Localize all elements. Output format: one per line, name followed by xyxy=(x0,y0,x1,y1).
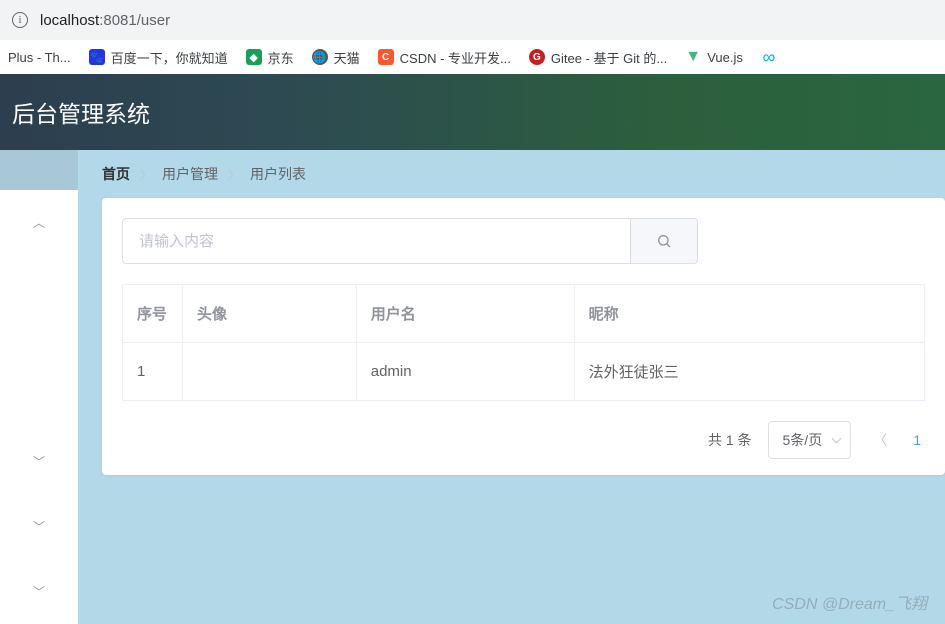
bookmark-jd[interactable]: ◆京东 xyxy=(246,48,294,67)
table-header-row: 序号 头像 用户名 昵称 xyxy=(123,285,925,343)
url-text: localhost:8081/user xyxy=(40,12,170,29)
baidu-icon: 🐾 xyxy=(89,49,105,65)
bookmark-tmall[interactable]: 🌐天猫 xyxy=(312,48,360,67)
search-row xyxy=(122,218,925,264)
chevron-right-icon: 〉 xyxy=(228,166,240,183)
vue-icon: ▼ xyxy=(685,49,701,65)
search-button[interactable] xyxy=(630,218,698,264)
breadcrumb-last[interactable]: 用户列表 xyxy=(250,164,306,184)
search-input[interactable] xyxy=(122,218,630,264)
tmall-icon: 🌐 xyxy=(312,49,328,65)
pagination: 共 1 条 5条/页 〈 1 xyxy=(122,421,925,459)
chevron-up-icon: ︿ xyxy=(33,214,45,231)
sidebar-item-3[interactable]: ﹀ xyxy=(0,494,78,559)
th-username: 用户名 xyxy=(356,285,574,343)
jd-icon: ◆ xyxy=(246,49,262,65)
chevron-down-icon: ﹀ xyxy=(33,518,45,535)
search-icon xyxy=(656,233,672,249)
pager-total: 共 1 条 xyxy=(708,430,752,450)
url-bar[interactable]: i localhost:8081/user xyxy=(0,0,945,40)
bookmark-more[interactable]: ∞ xyxy=(761,49,777,65)
pager-pagesize-select[interactable]: 5条/页 xyxy=(768,421,852,459)
cell-index: 1 xyxy=(123,343,183,401)
bookmarks-bar: Plus - Th... 🐾百度一下，你就知道 ◆京东 🌐天猫 CCSDN - … xyxy=(0,40,945,74)
content-area: 首页 〉 用户管理 〉 用户列表 序号 头像 用户名 昵称 xyxy=(78,150,945,624)
main-card: 序号 头像 用户名 昵称 1 admin 法外狂徒张三 共 1 xyxy=(102,198,945,475)
breadcrumb-home[interactable]: 首页 xyxy=(102,164,130,184)
app-header: 后台管理系统 xyxy=(0,74,945,150)
chevron-down-icon: ﹀ xyxy=(33,453,45,470)
gitee-icon: G xyxy=(529,49,545,65)
th-nickname: 昵称 xyxy=(574,285,924,343)
cell-avatar xyxy=(183,343,357,401)
chevron-right-icon: 〉 xyxy=(140,166,152,183)
th-index: 序号 xyxy=(123,285,183,343)
chevron-down-icon: ﹀ xyxy=(33,583,45,600)
table-row[interactable]: 1 admin 法外狂徒张三 xyxy=(123,343,925,401)
sidebar-item-2[interactable]: ﹀ xyxy=(0,429,78,494)
bookmark-element-plus[interactable]: Plus - Th... xyxy=(8,50,71,65)
sidebar-active-strip xyxy=(0,150,78,190)
pager-current-page[interactable]: 1 xyxy=(909,432,925,448)
breadcrumb: 首页 〉 用户管理 〉 用户列表 xyxy=(78,150,945,198)
bookmark-gitee[interactable]: GGitee - 基于 Git 的... xyxy=(529,48,667,67)
pager-prev[interactable]: 〈 xyxy=(867,430,893,450)
breadcrumb-mid[interactable]: 用户管理 xyxy=(162,164,218,184)
sidebar-item-4[interactable]: ﹀ xyxy=(0,559,78,624)
app-title: 后台管理系统 xyxy=(12,95,150,129)
bookmark-vue[interactable]: ▼Vue.js xyxy=(685,49,743,65)
bookmark-baidu[interactable]: 🐾百度一下，你就知道 xyxy=(89,48,228,67)
csdn-icon: C xyxy=(378,49,394,65)
bookmark-csdn[interactable]: CCSDN - 专业开发... xyxy=(378,48,511,67)
th-avatar: 头像 xyxy=(183,285,357,343)
info-icon[interactable]: i xyxy=(12,12,28,28)
cell-username: admin xyxy=(356,343,574,401)
user-table: 序号 头像 用户名 昵称 1 admin 法外狂徒张三 xyxy=(122,284,925,401)
sidebar-item-1[interactable]: ︿ xyxy=(0,190,78,255)
cell-nickname: 法外狂徒张三 xyxy=(574,343,924,401)
infinity-icon: ∞ xyxy=(761,49,777,65)
sidebar: ︿ ﹀ ﹀ ﹀ xyxy=(0,150,78,624)
